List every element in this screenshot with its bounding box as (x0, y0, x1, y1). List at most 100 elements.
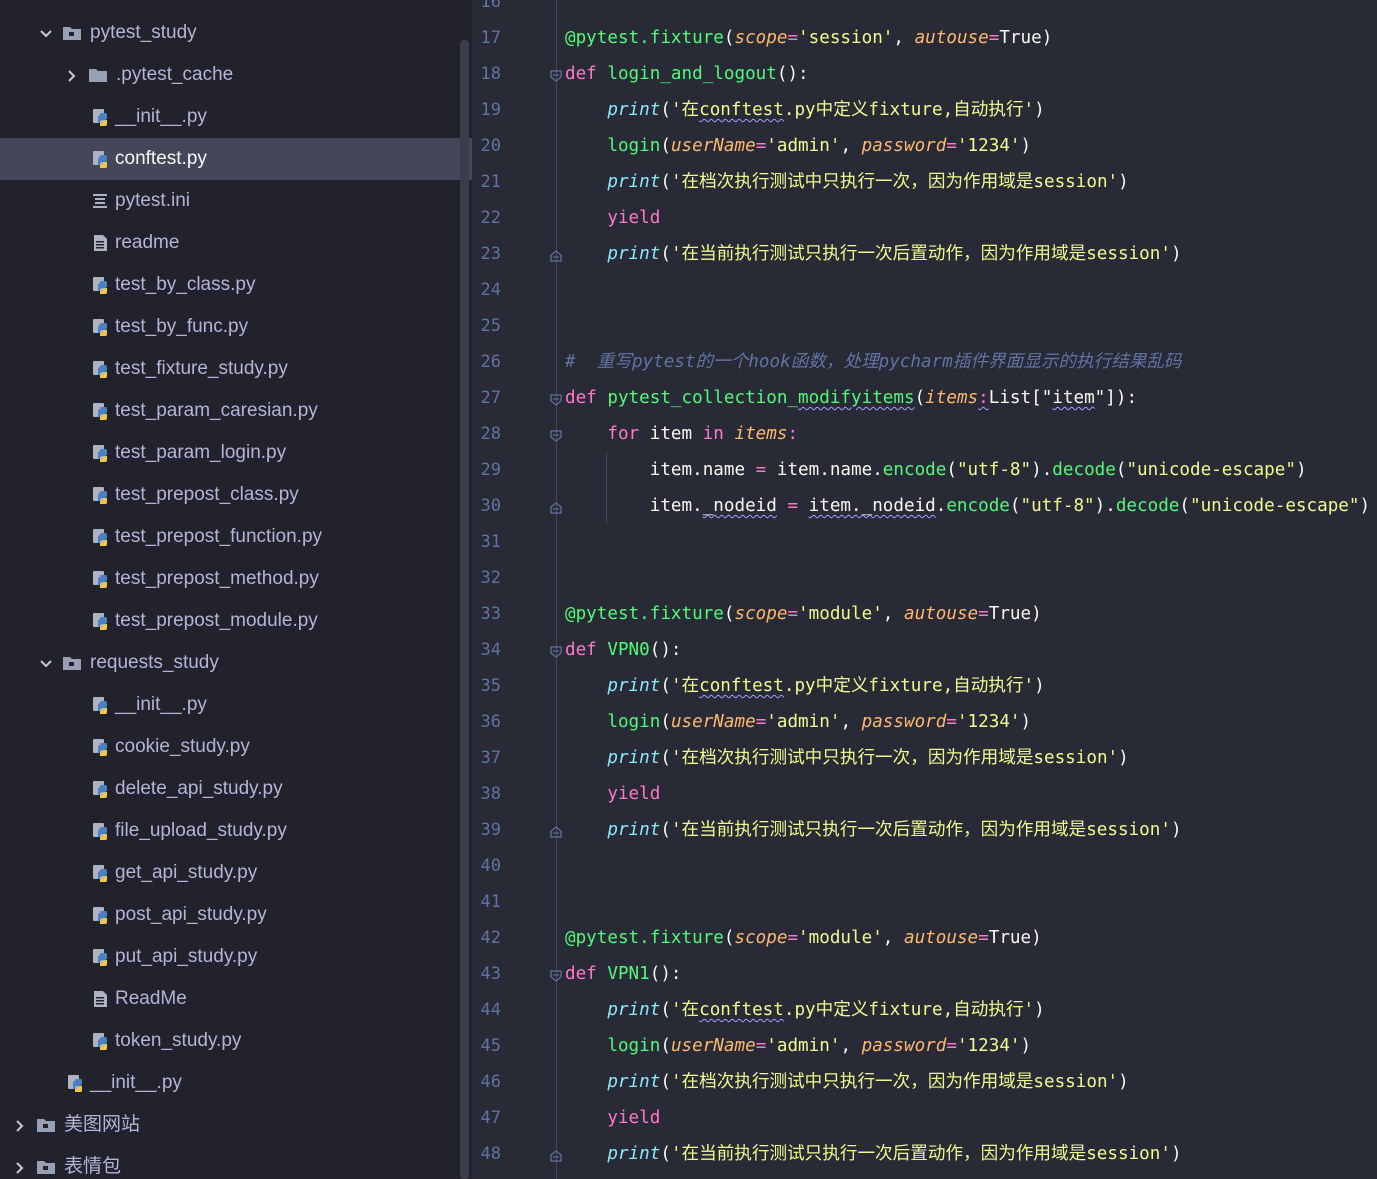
code-line[interactable]: 25 (472, 308, 1377, 344)
code-line[interactable]: 24 (472, 272, 1377, 308)
code-editor[interactable]: 16 17 @pytest.fixture(scope='session', aut… (472, 0, 1377, 1179)
code-text[interactable]: def VPN1(): (565, 962, 682, 986)
code-line[interactable]: 20 login(userName='admin', password='123… (472, 128, 1377, 164)
code-line[interactable]: 39 print('在当前执行测试只执行一次后置动作，因为作用域是session… (472, 812, 1377, 848)
tree-folder[interactable]: requests_study (0, 642, 472, 684)
code-line[interactable]: 34 def VPN0(): (472, 632, 1377, 668)
tree-file[interactable]: test_prepost_function.py (0, 516, 472, 558)
code-text[interactable]: def login_and_logout(): (565, 62, 809, 86)
fold-end-icon[interactable] (549, 824, 563, 838)
code-line[interactable]: 23 print('在当前执行测试只执行一次后置动作，因为作用域是session… (472, 236, 1377, 272)
tree-file[interactable]: __init__.py (0, 684, 472, 726)
code-line[interactable]: 30 item._nodeid = item._nodeid.encode("u… (472, 488, 1377, 524)
code-text[interactable]: item._nodeid = item._nodeid.encode("utf-… (565, 494, 1370, 518)
tree-file[interactable]: test_by_func.py (0, 306, 472, 348)
tree-file[interactable]: token_study.py (0, 1020, 472, 1062)
tree-file[interactable]: readme (0, 222, 472, 264)
tree-folder[interactable]: 美图网站 (0, 1104, 472, 1146)
code-text[interactable]: yield (565, 1106, 660, 1130)
tree-folder[interactable]: 表情包 (0, 1146, 472, 1179)
code-text[interactable]: login(userName='admin', password='1234') (565, 1034, 1031, 1058)
code-text[interactable]: print('在conftest.py中定义fixture,自动执行') (565, 674, 1044, 698)
code-text[interactable]: @pytest.fixture(scope='module', autouse=… (565, 602, 1042, 626)
code-text[interactable]: login(userName='admin', password='1234') (565, 134, 1031, 158)
tree-file[interactable]: post_api_study.py (0, 894, 472, 936)
code-line[interactable]: 35 print('在conftest.py中定义fixture,自动执行') (472, 668, 1377, 704)
code-text[interactable]: @pytest.fixture(scope='module', autouse=… (565, 926, 1042, 950)
code-line[interactable]: 48 print('在当前执行测试只执行一次后置动作，因为作用域是session… (472, 1136, 1377, 1172)
code-line[interactable]: 19 print('在conftest.py中定义fixture,自动执行') (472, 92, 1377, 128)
code-line[interactable]: 36 login(userName='admin', password='123… (472, 704, 1377, 740)
project-tree[interactable]: pytest_study .pytest_cache __init__.py conf… (0, 12, 472, 1179)
tree-file[interactable]: file_upload_study.py (0, 810, 472, 852)
code-line[interactable]: 38 yield (472, 776, 1377, 812)
code-text[interactable]: print('在当前执行测试只执行一次后置动作，因为作用域是session') (565, 242, 1181, 266)
fold-end-icon[interactable] (549, 1148, 563, 1162)
tree-file[interactable]: get_api_study.py (0, 852, 472, 894)
code-line[interactable]: 46 print('在档次执行测试中只执行一次，因为作用域是session') (472, 1064, 1377, 1100)
tree-file[interactable]: test_prepost_class.py (0, 474, 472, 516)
code-line[interactable]: 26 # 重写pytest的一个hook函数，处理pycharm插件界面显示的执行… (472, 344, 1377, 380)
tree-file[interactable]: test_prepost_method.py (0, 558, 472, 600)
code-line[interactable]: 40 (472, 848, 1377, 884)
code-line[interactable]: 27 def pytest_collection_modifyitems(item… (472, 380, 1377, 416)
code-text[interactable]: # 重写pytest的一个hook函数，处理pycharm插件界面显示的执行结果… (565, 350, 1182, 374)
tree-file[interactable]: conftest.py (0, 138, 472, 180)
fold-open-icon[interactable] (549, 68, 563, 82)
code-text[interactable]: yield (565, 206, 660, 230)
chevron-right-icon[interactable] (13, 1118, 27, 1132)
fold-open-icon[interactable] (549, 428, 563, 442)
code-text[interactable]: def pytest_collection_modifyitems(items:… (565, 386, 1137, 410)
code-line[interactable]: 42 @pytest.fixture(scope='module', autous… (472, 920, 1377, 956)
code-text[interactable]: login(userName='admin', password='1234') (565, 710, 1031, 734)
tree-file[interactable]: ReadMe (0, 978, 472, 1020)
tree-file[interactable]: test_by_class.py (0, 264, 472, 306)
tree-folder[interactable]: .pytest_cache (0, 54, 472, 96)
chevron-right-icon[interactable] (13, 1160, 27, 1174)
fold-end-icon[interactable] (549, 248, 563, 262)
tree-file[interactable]: delete_api_study.py (0, 768, 472, 810)
fold-open-icon[interactable] (549, 392, 563, 406)
code-text[interactable]: print('在档次执行测试中只执行一次，因为作用域是session') (565, 170, 1128, 194)
fold-end-icon[interactable] (549, 500, 563, 514)
chevron-right-icon[interactable] (65, 68, 79, 82)
code-text[interactable]: print('在conftest.py中定义fixture,自动执行') (565, 998, 1044, 1022)
code-text[interactable]: print('在档次执行测试中只执行一次，因为作用域是session') (565, 746, 1128, 770)
code-text[interactable]: @pytest.fixture(scope='session', autouse… (565, 26, 1052, 50)
code-text[interactable]: print('在当前执行测试只执行一次后置动作，因为作用域是session') (565, 818, 1181, 842)
fold-open-icon[interactable] (549, 968, 563, 982)
code-line[interactable]: 37 print('在档次执行测试中只执行一次，因为作用域是session') (472, 740, 1377, 776)
code-line[interactable]: 22 yield (472, 200, 1377, 236)
code-text[interactable]: print('在档次执行测试中只执行一次，因为作用域是session') (565, 1070, 1128, 1094)
code-line[interactable]: 21 print('在档次执行测试中只执行一次，因为作用域是session') (472, 164, 1377, 200)
sidebar-scrollbar[interactable] (460, 40, 469, 1179)
tree-file[interactable]: test_param_login.py (0, 432, 472, 474)
tree-file[interactable]: cookie_study.py (0, 726, 472, 768)
editor-lines[interactable]: 16 17 @pytest.fixture(scope='session', aut… (472, 0, 1377, 1172)
tree-file[interactable]: test_fixture_study.py (0, 348, 472, 390)
tree-file[interactable]: pytest.ini (0, 180, 472, 222)
chevron-down-icon[interactable] (39, 26, 53, 40)
code-text[interactable]: for item in items: (565, 422, 798, 446)
project-tree-panel[interactable]: pytest_study .pytest_cache __init__.py conf… (0, 0, 472, 1179)
code-line[interactable]: 31 (472, 524, 1377, 560)
fold-open-icon[interactable] (549, 644, 563, 658)
code-text[interactable]: print('在conftest.py中定义fixture,自动执行') (565, 98, 1044, 122)
code-line[interactable]: 45 login(userName='admin', password='123… (472, 1028, 1377, 1064)
code-text[interactable]: yield (565, 782, 660, 806)
code-line[interactable]: 47 yield (472, 1100, 1377, 1136)
tree-folder[interactable]: pytest_study (0, 12, 472, 54)
tree-file[interactable]: put_api_study.py (0, 936, 472, 978)
code-text[interactable]: item.name = item.name.encode("utf-8").de… (565, 458, 1307, 482)
code-line[interactable]: 18 def login_and_logout(): (472, 56, 1377, 92)
code-line[interactable]: 17 @pytest.fixture(scope='session', autou… (472, 20, 1377, 56)
code-line[interactable]: 43 def VPN1(): (472, 956, 1377, 992)
code-line[interactable]: 32 (472, 560, 1377, 596)
tree-file[interactable]: __init__.py (0, 1062, 472, 1104)
code-line[interactable]: 41 (472, 884, 1377, 920)
code-line[interactable]: 28 for item in items: (472, 416, 1377, 452)
code-line[interactable]: 33 @pytest.fixture(scope='module', autous… (472, 596, 1377, 632)
chevron-down-icon[interactable] (39, 656, 53, 670)
tree-file[interactable]: __init__.py (0, 96, 472, 138)
tree-file[interactable]: test_param_caresian.py (0, 390, 472, 432)
